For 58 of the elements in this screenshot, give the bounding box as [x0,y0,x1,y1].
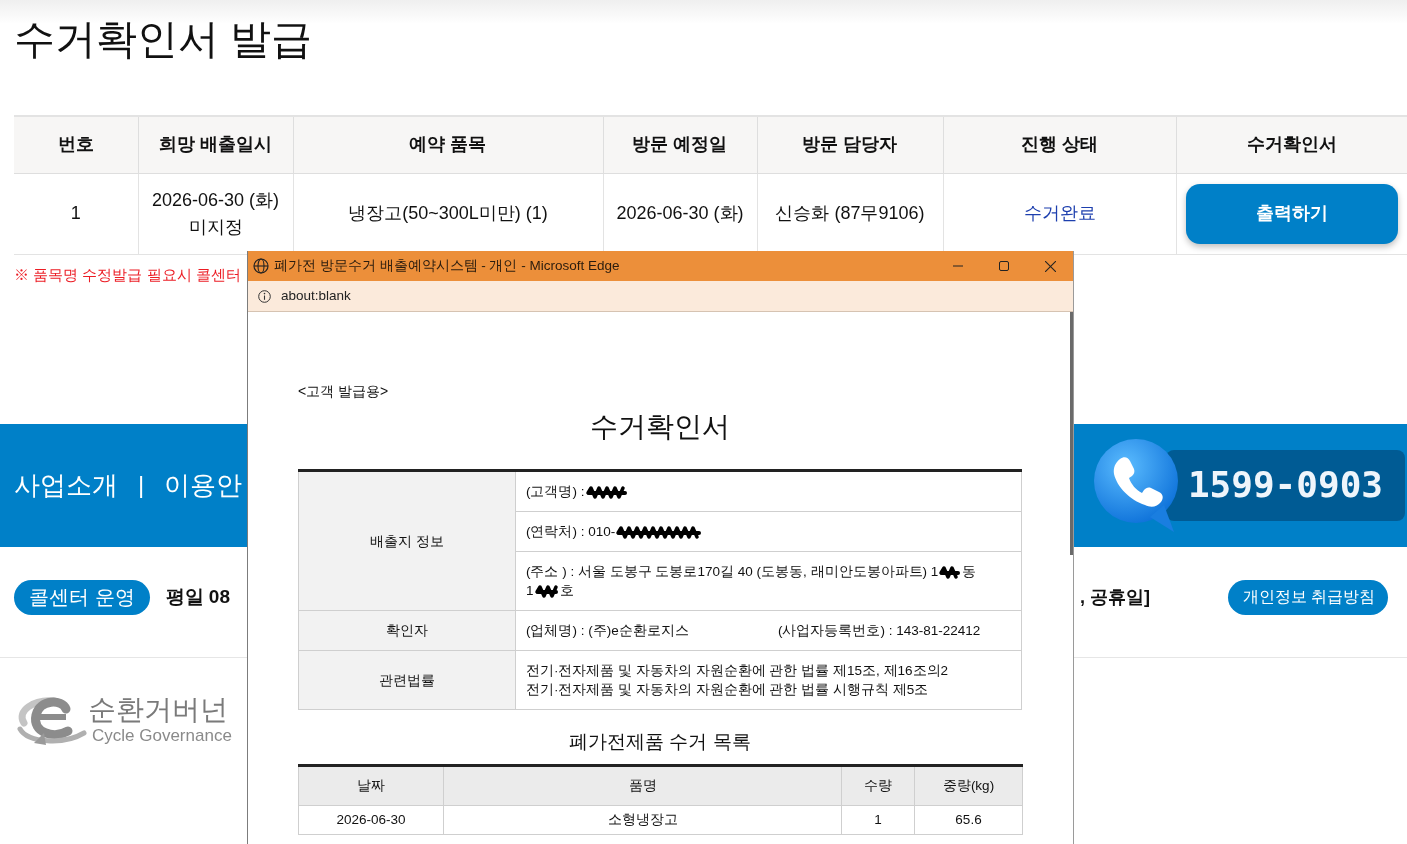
scribble-icon [533,583,560,599]
document-title: 수거확인서 [589,410,731,444]
field-text: (연락처) : 010- [526,524,616,539]
scribble-icon [584,484,629,500]
field-text: 동 [962,564,977,579]
hours-text: 평일 08 [165,584,230,609]
list-title: 폐가전제품 수거 목록 [568,730,752,754]
logo-tagline: Cycle Governance [92,725,232,746]
table-cell: 2026-06-30 [298,805,444,835]
column-header: 품명 [443,765,842,806]
close-icon [1044,260,1056,272]
menu-separator: | [138,470,145,500]
logo-text: 순환거버넌 [88,693,229,726]
column-header: 예약 품목 [293,116,603,173]
globe-icon [253,258,269,274]
field-text: 호 [559,583,574,598]
phone-bubble-icon [1091,437,1180,533]
privacy-policy-button[interactable]: 개인정보 취급방침 [1228,579,1388,615]
info-icon [258,289,271,303]
field-text: 1 [526,583,534,598]
scribble-icon [615,524,704,540]
page-title: 수거확인서 발급 [13,15,314,64]
column-header: 수거확인서 [1176,116,1407,173]
column-header: 희망 배출일시 [138,116,293,173]
table-cell: 1 [14,173,138,254]
column-header: 번호 [14,116,138,173]
field-text: (사업자등록번호) : 143-81-22412 [778,622,981,640]
row-header: 확인자 [298,610,516,651]
menu-link[interactable]: 이용안 [164,465,243,505]
scribble-icon [938,564,963,580]
field-text: (업체명) : (주)e순환로지스 [526,622,690,640]
copy-label: <고객 발급용> [298,383,389,400]
call-center-button[interactable]: 콜센터 운영 [14,579,150,615]
notice-text: ※ 품목명 수정발급 필요시 콜센터 [14,264,241,285]
column-header: 중량(kg) [914,765,1023,806]
column-header: 진행 상태 [943,116,1176,173]
window-title: 폐가전 방문수거 배출예약시스템 - 개인 - Microsoft Edge [274,256,620,275]
column-header: 방문 담당자 [757,116,943,173]
table-cell: 65.6 [914,805,1023,835]
minimize-icon [953,265,963,267]
field-text: 전기·전자제품 및 자동차의 자원순환에 관한 법률 제15조, 제16조의2 [526,663,949,678]
field-text: 전기·전자제품 및 자동차의 자원순환에 관한 법률 시행규칙 제5조 [526,682,929,697]
menu-link[interactable]: 사업소개 [14,465,118,505]
column-header: 방문 예정일 [603,116,757,173]
hours-text: , 공휴일] [1080,585,1150,609]
table-cell: 소형냉장고 [443,805,842,835]
table-cell: 1 [841,805,915,835]
row-header: 배출지 정보 [298,470,516,611]
phone-number: 1599-0903 [1187,463,1383,507]
maximize-icon [999,261,1009,271]
column-header: 날짜 [298,765,444,806]
row-header: 관련법률 [298,650,516,710]
scrollbar-thumb[interactable] [1070,312,1073,555]
address-text: about:blank [281,286,351,305]
column-header: 수량 [841,765,915,806]
print-button[interactable]: 출력하기 [1185,183,1398,244]
field-text: (고객명) : [526,484,585,499]
field-text: (주소 ) : 서울 도봉구 도봉로170길 40 (도봉동, 래미안도봉아파트) 1 [526,564,939,579]
